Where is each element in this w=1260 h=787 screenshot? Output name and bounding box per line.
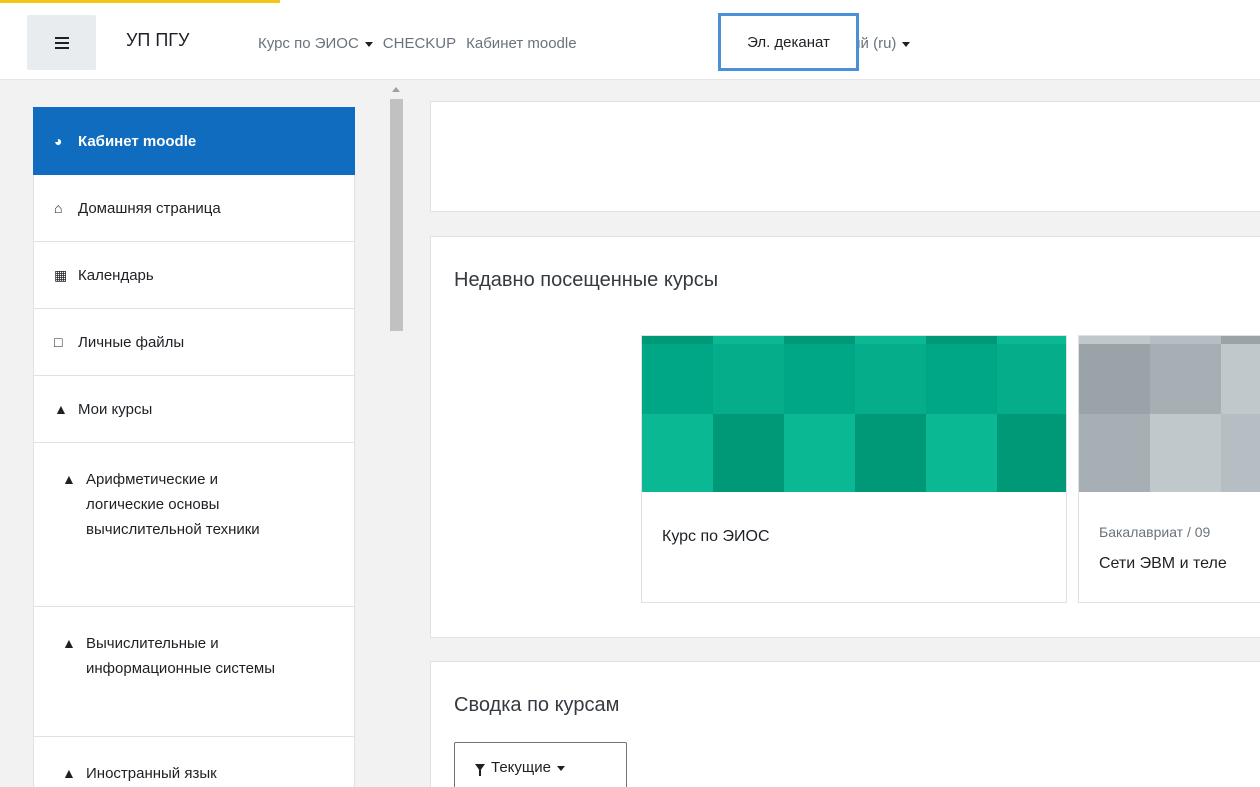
scroll-thumb[interactable] [390,99,403,331]
pattern-tile [784,336,855,344]
pattern-tile [997,336,1066,344]
site-brand[interactable]: УП ПГУ [126,30,190,51]
pattern-tile [1221,414,1260,492]
course-image[interactable] [1079,336,1260,492]
graduation-cap-icon: ▲ [62,635,76,651]
sidebar-item[interactable]: ◕ Кабинет moodle [33,107,355,175]
course-category: Бакалавриат / 09 [1099,524,1211,540]
nav-item-label: Курс по ЭИОС [258,35,359,52]
pattern-tile [784,414,855,492]
sidebar-course-label: Вычислительные и информационные системы [86,635,276,677]
calendar-icon: ▦ [54,266,68,283]
pattern-tile [642,336,713,344]
pattern-tile [784,344,855,414]
pattern-tile [855,344,926,414]
dashboard-icon: ◕ [54,133,63,149]
sidebar-course-label: Арифметические и логические основы вычис… [86,471,260,538]
drawer-list: ◕ Кабинет moodle ⌂ Домашняя страница ▦ Календ… [33,107,355,787]
recent-courses-title: Недавно посещенные курсы [454,269,719,291]
nav-item[interactable]: Кабинет moodle [466,35,576,52]
course-overview-title: Сводка по курсам [454,694,620,716]
pattern-tile [1150,414,1221,492]
top-block [430,101,1260,212]
pattern-tile [997,414,1066,492]
home-icon: ⌂ [54,200,63,216]
graduation-cap-icon: ▲ [62,471,76,487]
course-card[interactable]: Бакалавриат / 09 Сети ЭВМ и теле [1078,335,1260,603]
pattern-tile [1079,344,1150,414]
pattern-tile [1079,336,1150,344]
pattern-tile [926,336,997,344]
sidebar-course-item[interactable]: ▲ Арифметические и логические основы вычи… [33,443,355,607]
pattern-tile [997,344,1066,414]
sidebar-item-label: Кабинет moodle [78,132,197,150]
pattern-tile [713,414,784,492]
filter-icon [475,763,485,776]
sidebar-scrollbar[interactable] [388,81,405,787]
sidebar-item[interactable]: ▲ Мои курсы [33,376,355,443]
nav-item-label: Кабинет moodle [466,35,577,52]
pattern-tile [926,414,997,492]
nav-item-el-dekanat[interactable]: Эл. деканат [718,13,859,71]
pattern-tile [1221,336,1260,344]
file-icon: □ [54,334,63,350]
sidebar-course-item[interactable]: ▲ Вычислительные и информационные системы [33,607,355,737]
course-filter-dropdown[interactable]: Текущие [454,742,627,787]
top-navbar: УП ПГУ Курс по ЭИОС CHECKUP Кабинет moodle… [0,0,1260,80]
hamburger-icon [54,36,69,49]
scroll-up-arrow-icon[interactable] [392,87,400,92]
sidebar-course-label: Иностранный язык [86,765,217,782]
pattern-tile [713,336,784,344]
sidebar-item-label: Домашняя страница [78,199,221,217]
pattern-tile [642,414,713,492]
sidebar-item[interactable]: ⌂ Домашняя страница [33,175,355,242]
course-name[interactable]: Сети ЭВМ и теле [1099,555,1227,573]
menu-toggle-button[interactable] [27,15,96,70]
nav-item[interactable]: Курс по ЭИОС [258,35,373,52]
pattern-tile [713,344,784,414]
pattern-tile [1221,344,1260,414]
graduation-cap-icon: ▲ [62,765,76,781]
pattern-tile [1150,344,1221,414]
pattern-tile [855,414,926,492]
course-name[interactable]: Курс по ЭИОС [662,528,770,546]
pattern-tile [1079,414,1150,492]
sidebar-item[interactable]: □ Личные файлы [33,309,355,376]
navbar-accent-line [0,0,280,3]
nav-item[interactable]: CHECKUP [383,35,456,52]
course-card[interactable]: Курс по ЭИОС [641,335,1067,603]
nav-item-label: CHECKUP [382,35,457,52]
pattern-tile [1150,336,1221,344]
chevron-down-icon [364,42,373,47]
chevron-down-icon [902,42,911,47]
nav-drawer: ◕ Кабинет moodle ⌂ Домашняя страница ▦ Календ… [0,81,408,787]
graduation-cap-icon: ▲ [54,401,68,417]
filter-label: Текущие [491,758,551,776]
pattern-tile [642,344,713,414]
sidebar-item[interactable]: ▦ Календарь [33,242,355,309]
chevron-down-icon [556,765,565,771]
pattern-tile [926,344,997,414]
sidebar-item-label: Календарь [78,266,154,284]
sidebar-item-label: Личные файлы [78,333,185,351]
course-image[interactable] [642,336,1066,492]
sidebar-item-label: Мои курсы [78,400,153,418]
pattern-tile [855,336,926,344]
sidebar-course-item[interactable]: ▲ Иностранный язык [33,737,355,787]
